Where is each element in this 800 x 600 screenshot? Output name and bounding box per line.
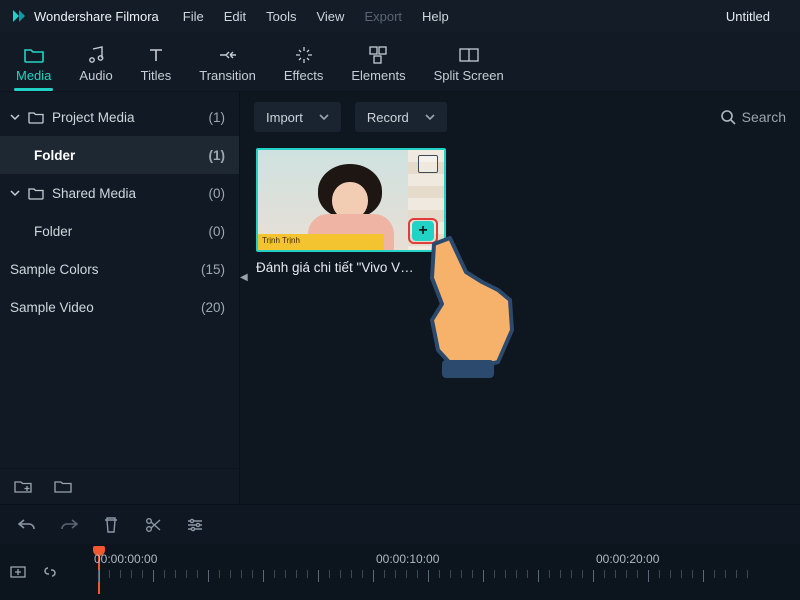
titlebar: Wondershare Filmora File Edit Tools View… xyxy=(0,0,800,32)
time-label: 00:00:00:00 xyxy=(94,552,157,566)
sidebar-item-folder[interactable]: Folder (0) xyxy=(0,212,239,250)
sidebar-bottom-tools xyxy=(0,468,239,504)
clip-title: Đánh giá chi tiết "Vivo V… xyxy=(256,260,446,275)
folder-icon xyxy=(28,111,44,124)
record-label: Record xyxy=(367,110,409,125)
document-title: Untitled xyxy=(726,9,770,24)
chevron-down-icon xyxy=(10,188,20,198)
sidebar-item-label: Folder xyxy=(34,148,75,163)
add-highlight: + xyxy=(408,218,438,244)
delete-button[interactable] xyxy=(102,516,120,534)
app-logo-icon xyxy=(10,7,28,25)
folder-open-icon[interactable] xyxy=(54,479,72,494)
menu-help[interactable]: Help xyxy=(422,9,449,24)
sidebar-item-label: Shared Media xyxy=(52,186,136,201)
sidebar-item-folder-selected[interactable]: Folder (1) xyxy=(0,136,239,174)
tab-media[interactable]: Media xyxy=(16,46,51,91)
sidebar-item-sample-video[interactable]: Sample Video (20) xyxy=(0,288,239,326)
record-dropdown[interactable]: Record xyxy=(355,102,447,132)
import-dropdown[interactable]: Import xyxy=(254,102,341,132)
chevron-down-icon xyxy=(10,112,20,122)
split-screen-icon xyxy=(459,46,479,64)
sidebar-item-label: Sample Video xyxy=(10,300,94,315)
time-label: 00:00:10:00 xyxy=(376,552,439,566)
sidebar-item-sample-colors[interactable]: Sample Colors (15) xyxy=(0,250,239,288)
link-tracks-button[interactable] xyxy=(42,564,58,580)
import-label: Import xyxy=(266,110,303,125)
new-folder-icon[interactable] xyxy=(14,479,32,494)
thumbnail-banner: Trịnh Trịnh xyxy=(258,234,384,250)
search-placeholder: Search xyxy=(742,109,786,125)
tab-elements-label: Elements xyxy=(351,68,405,83)
media-sidebar: Project Media (1) Folder (1) Shared Medi… xyxy=(0,92,240,504)
transition-icon xyxy=(218,46,238,64)
app-name: Wondershare Filmora xyxy=(34,9,159,24)
tab-elements[interactable]: Elements xyxy=(351,46,405,91)
item-count: (20) xyxy=(201,300,225,315)
search-input[interactable]: Search xyxy=(720,109,786,125)
tab-media-label: Media xyxy=(16,68,51,83)
menu-view[interactable]: View xyxy=(316,9,344,24)
tab-split-label: Split Screen xyxy=(434,68,504,83)
split-button[interactable] xyxy=(144,516,162,534)
item-count: (1) xyxy=(209,148,226,163)
video-clip-icon xyxy=(418,155,438,173)
menu-edit[interactable]: Edit xyxy=(224,9,246,24)
tab-effects[interactable]: Effects xyxy=(284,46,324,91)
timeline[interactable]: 00:00:00:00 00:00:10:00 00:00:20:00 xyxy=(0,544,800,600)
item-count: (0) xyxy=(209,224,226,239)
folder-icon xyxy=(28,187,44,200)
sparkle-icon xyxy=(294,46,314,64)
item-count: (1) xyxy=(209,110,226,125)
menu-export: Export xyxy=(364,9,402,24)
time-label: 00:00:20:00 xyxy=(596,552,659,566)
undo-button[interactable] xyxy=(18,516,36,534)
adjust-button[interactable] xyxy=(186,516,204,534)
tab-split-screen[interactable]: Split Screen xyxy=(434,46,504,91)
chevron-down-icon xyxy=(425,113,435,121)
tab-titles-label: Titles xyxy=(141,68,172,83)
tab-audio[interactable]: Audio xyxy=(79,46,112,91)
menu-file[interactable]: File xyxy=(183,9,204,24)
chevron-down-icon xyxy=(319,113,329,121)
tab-titles[interactable]: Titles xyxy=(141,46,172,91)
music-note-icon xyxy=(86,46,106,64)
search-icon xyxy=(720,109,736,125)
tab-transition-label: Transition xyxy=(199,68,256,83)
sidebar-item-label: Sample Colors xyxy=(10,262,99,277)
media-content: Import Record Search Trịnh Trịnh xyxy=(240,92,800,504)
media-clip[interactable]: Trịnh Trịnh + Đánh giá chi tiết "Vivo V… xyxy=(256,148,446,275)
tab-effects-label: Effects xyxy=(284,68,324,83)
add-track-button[interactable] xyxy=(10,564,26,580)
tab-transition[interactable]: Transition xyxy=(199,46,256,91)
text-icon xyxy=(146,46,166,64)
menu-bar: File Edit Tools View Export Help xyxy=(183,9,449,24)
sidebar-item-label: Project Media xyxy=(52,110,135,125)
tab-audio-label: Audio xyxy=(79,68,112,83)
elements-icon xyxy=(368,46,388,64)
folder-icon xyxy=(24,46,44,64)
timeline-ruler[interactable]: 00:00:00:00 00:00:10:00 00:00:20:00 xyxy=(80,544,800,600)
add-to-timeline-button[interactable]: + xyxy=(412,221,434,241)
sidebar-item-label: Folder xyxy=(34,224,72,239)
sidebar-item-project-media[interactable]: Project Media (1) xyxy=(0,98,239,136)
sidebar-item-shared-media[interactable]: Shared Media (0) xyxy=(0,174,239,212)
redo-button[interactable] xyxy=(60,516,78,534)
item-count: (15) xyxy=(201,262,225,277)
timeline-toolbar xyxy=(0,504,800,544)
main-tabs: Media Audio Titles Transition Effects El… xyxy=(0,32,800,92)
menu-tools[interactable]: Tools xyxy=(266,9,296,24)
item-count: (0) xyxy=(209,186,226,201)
clip-thumbnail[interactable]: Trịnh Trịnh + xyxy=(256,148,446,252)
